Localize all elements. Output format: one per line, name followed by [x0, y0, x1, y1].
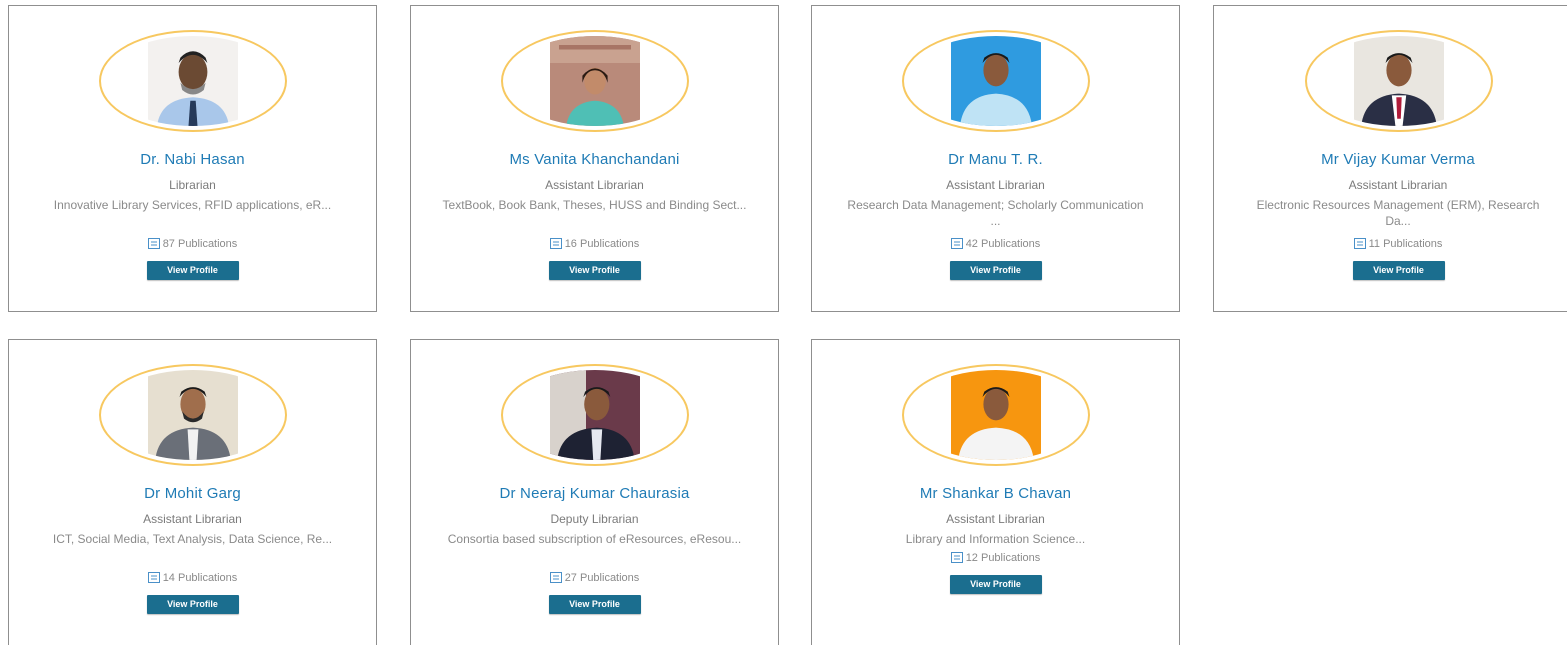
publications-label: 14 Publications — [162, 572, 238, 584]
staff-name[interactable]: Dr Manu T. R. — [812, 151, 1179, 168]
staff-interests: Consortia based subscription of eResourc… — [447, 532, 742, 546]
staff-card: Mr Vijay Kumar Verma Assistant Librarian… — [1213, 5, 1567, 312]
avatar-photo — [950, 36, 1041, 126]
view-profile-button[interactable]: View Profile — [548, 261, 641, 280]
staff-interests: Electronic Resources Management (ERM), R… — [1256, 198, 1540, 228]
publications-count: 14 Publications — [9, 572, 376, 584]
avatar[interactable] — [500, 364, 689, 466]
publications-label: 87 Publications — [162, 238, 238, 250]
view-profile-button[interactable]: View Profile — [949, 575, 1042, 594]
avatar-photo — [147, 36, 238, 126]
publications-label: 42 Publications — [965, 238, 1041, 250]
publications-label: 11 Publications — [1368, 238, 1443, 250]
staff-role: Assistant Librarian — [1348, 178, 1448, 192]
staff-interests: ICT, Social Media, Text Analysis, Data S… — [52, 532, 333, 546]
staff-card: Dr Mohit Garg Assistant Librarian ICT, S… — [8, 339, 377, 645]
view-profile-button[interactable]: View Profile — [949, 261, 1042, 280]
staff-name[interactable]: Dr Neeraj Kumar Chaurasia — [411, 485, 778, 502]
staff-name[interactable]: Mr Vijay Kumar Verma — [1214, 151, 1567, 168]
view-profile-button[interactable]: View Profile — [146, 595, 239, 614]
document-icon — [950, 238, 963, 249]
avatar[interactable] — [1305, 30, 1493, 132]
avatar[interactable] — [500, 30, 689, 132]
avatar[interactable] — [901, 30, 1090, 132]
avatar[interactable] — [98, 364, 287, 466]
staff-interests: Library and Information Science... — [905, 532, 1086, 546]
document-icon — [147, 572, 160, 583]
staff-name[interactable]: Mr Shankar B Chavan — [812, 485, 1179, 502]
publications-count: 27 Publications — [411, 572, 778, 584]
staff-card: Mr Shankar B Chavan Assistant Librarian … — [811, 339, 1180, 645]
publications-count: 12 Publications — [812, 552, 1179, 564]
document-icon — [1353, 238, 1366, 249]
publications-label: 16 Publications — [564, 238, 640, 250]
view-profile-button[interactable]: View Profile — [548, 595, 641, 614]
staff-card: Dr. Nabi Hasan Librarian Innovative Libr… — [8, 5, 377, 312]
staff-card: Dr Manu T. R. Assistant Librarian Resear… — [811, 5, 1180, 312]
avatar[interactable] — [98, 30, 287, 132]
document-icon — [950, 552, 963, 563]
document-icon — [147, 238, 160, 249]
staff-card: Ms Vanita Khanchandani Assistant Librari… — [410, 5, 779, 312]
staff-name[interactable]: Dr Mohit Garg — [9, 485, 376, 502]
staff-role: Assistant Librarian — [545, 178, 644, 192]
avatar-photo — [549, 36, 640, 126]
document-icon — [549, 572, 562, 583]
staff-interests: Research Data Management; Scholarly Comm… — [847, 198, 1144, 228]
staff-name[interactable]: Ms Vanita Khanchandani — [411, 151, 778, 168]
view-profile-button[interactable]: View Profile — [146, 261, 239, 280]
avatar-photo — [950, 370, 1041, 460]
document-icon — [549, 238, 562, 249]
staff-role: Librarian — [169, 178, 216, 192]
staff-interests: TextBook, Book Bank, Theses, HUSS and Bi… — [442, 198, 747, 212]
avatar-photo — [549, 370, 640, 460]
avatar[interactable] — [901, 364, 1090, 466]
staff-card: Dr Neeraj Kumar Chaurasia Deputy Librari… — [410, 339, 779, 645]
publications-label: 27 Publications — [564, 572, 640, 584]
staff-role: Assistant Librarian — [946, 512, 1045, 526]
staff-role: Assistant Librarian — [143, 512, 242, 526]
staff-role: Assistant Librarian — [946, 178, 1045, 192]
view-profile-button[interactable]: View Profile — [1352, 261, 1445, 280]
avatar-photo — [1354, 36, 1444, 126]
staff-role: Deputy Librarian — [550, 512, 639, 526]
avatar-photo — [147, 370, 238, 460]
publications-count: 87 Publications — [9, 238, 376, 250]
publications-label: 12 Publications — [965, 552, 1041, 564]
publications-count: 16 Publications — [411, 238, 778, 250]
staff-name[interactable]: Dr. Nabi Hasan — [9, 151, 376, 168]
publications-count: 42 Publications — [812, 238, 1179, 250]
staff-interests: Innovative Library Services, RFID applic… — [53, 198, 332, 212]
publications-count: 11 Publications — [1214, 238, 1567, 250]
